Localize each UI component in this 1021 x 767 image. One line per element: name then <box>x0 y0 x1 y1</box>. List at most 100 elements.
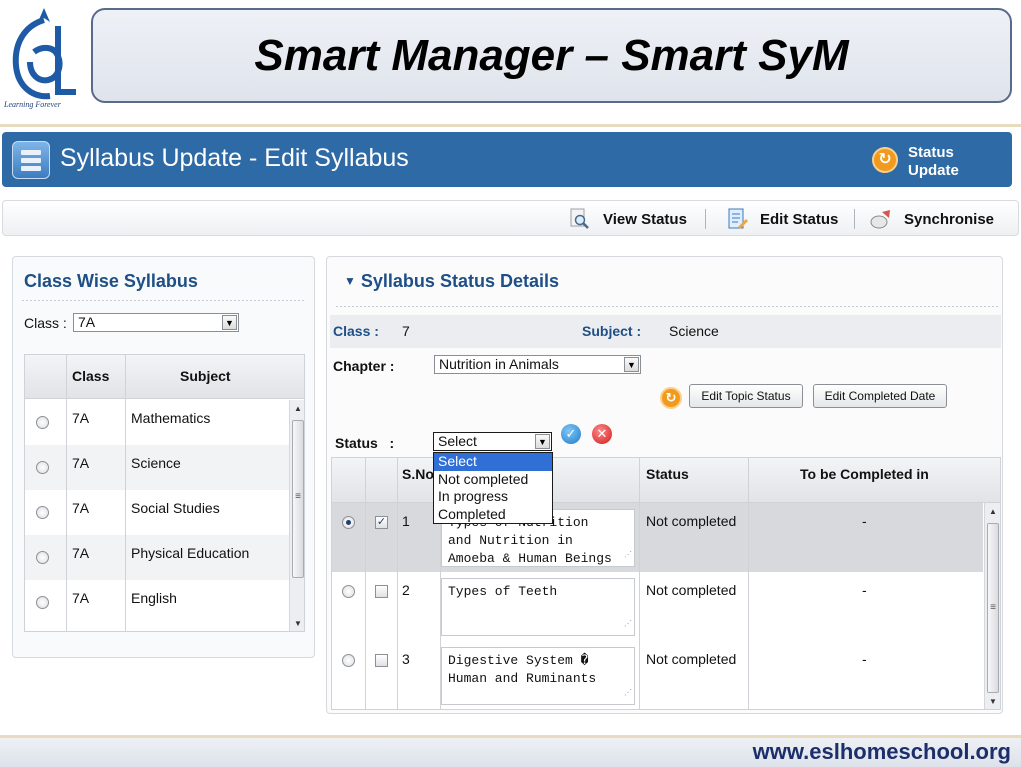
row-status: Not completed <box>646 513 737 529</box>
grip-icon: ≡ <box>990 602 996 613</box>
row-subject: Social Studies <box>131 500 220 516</box>
table-row[interactable]: 2 Types of Teeth ⋰ Not completed - <box>332 572 983 641</box>
row-radio[interactable] <box>36 416 49 429</box>
class-select[interactable]: 7A ▼ <box>73 313 239 332</box>
row-checkbox[interactable] <box>375 585 388 598</box>
edit-status-label: Edit Status <box>760 210 839 228</box>
topic-line: Types of Teeth <box>448 584 558 599</box>
chevron-down-icon[interactable]: ▼ <box>535 434 550 449</box>
scroll-thumb[interactable]: ≡ <box>292 420 304 578</box>
page-header: Syllabus Update - Edit Syllabus ↻ Status… <box>2 132 1012 187</box>
edit-completed-date-button[interactable]: Edit Completed Date <box>813 384 947 408</box>
table-row[interactable]: 7A Physical Education <box>25 535 289 580</box>
status-update-button[interactable]: ↻ Status Update <box>868 142 1008 182</box>
left-table-scrollbar[interactable]: ▲ ≡ ▼ <box>289 400 304 631</box>
column-divider <box>125 355 126 631</box>
confirm-check-icon[interactable]: ✓ <box>561 424 581 444</box>
resize-grip-icon[interactable]: ⋰ <box>624 685 632 703</box>
table-row[interactable]: 7A Mathematics <box>25 400 289 445</box>
topic-textarea[interactable]: Digestive System � Human and Ruminants ⋰ <box>441 647 635 705</box>
column-header-subject: Subject <box>180 368 231 384</box>
class-filter-label: Class : <box>24 315 67 331</box>
row-radio[interactable] <box>36 551 49 564</box>
status-option-in-progress[interactable]: In progress <box>434 488 552 506</box>
class-wise-syllabus-heading: Class Wise Syllabus <box>24 271 198 291</box>
column-divider <box>365 458 366 709</box>
row-radio[interactable] <box>342 585 355 598</box>
topic-line: Digestive System � <box>448 653 589 668</box>
topic-table-scrollbar[interactable]: ▲ ≡ ▼ <box>984 503 1000 709</box>
class-select-value: 7A <box>78 314 96 330</box>
resize-grip-icon[interactable]: ⋰ <box>624 547 632 565</box>
row-radio[interactable] <box>36 506 49 519</box>
info-subject-value: Science <box>669 323 719 339</box>
chevron-down-icon[interactable]: ▼ <box>624 357 639 372</box>
scroll-thumb[interactable]: ≡ <box>987 523 999 693</box>
syllabus-icon <box>12 141 50 179</box>
column-divider <box>748 458 749 709</box>
topic-line: and Nutrition in <box>448 533 573 548</box>
scroll-up-icon[interactable]: ▲ <box>985 505 1000 519</box>
row-sno: 3 <box>402 651 410 667</box>
view-status-label: View Status <box>603 210 687 228</box>
edit-status-button[interactable]: Edit Status <box>726 207 838 231</box>
view-status-button[interactable]: View Status <box>569 207 687 231</box>
status-select[interactable]: Select ▼ <box>433 432 552 451</box>
resize-grip-icon[interactable]: ⋰ <box>624 616 632 634</box>
row-due: - <box>862 582 867 598</box>
magnifier-icon <box>570 208 589 229</box>
row-radio[interactable] <box>342 654 355 667</box>
row-status: Not completed <box>646 582 737 598</box>
grip-icon: ≡ <box>295 491 301 502</box>
info-class-value: 7 <box>402 323 410 339</box>
column-header-sno: S.No <box>402 466 434 482</box>
cancel-x-icon[interactable]: ✕ <box>592 424 612 444</box>
row-status: Not completed <box>646 651 737 667</box>
toolbar-divider <box>705 209 706 229</box>
syllabus-status-heading-text: Syllabus Status Details <box>360 271 559 291</box>
chapter-select[interactable]: Nutrition in Animals ▼ <box>434 355 641 374</box>
row-checkbox[interactable] <box>375 654 388 667</box>
chapter-select-value: Nutrition in Animals <box>439 356 559 372</box>
scroll-down-icon[interactable]: ▼ <box>290 617 304 631</box>
refresh-topic-icon[interactable]: ↻ <box>660 387 682 409</box>
row-radio[interactable] <box>342 516 355 529</box>
table-row[interactable]: 3 Digestive System � Human and Ruminants… <box>332 641 983 709</box>
row-radio[interactable] <box>36 596 49 609</box>
row-checkbox[interactable]: ✓ <box>375 516 388 529</box>
row-sno: 1 <box>402 513 410 529</box>
footer: www.eslhomeschool.org <box>0 738 1021 767</box>
table-row[interactable]: 7A English <box>25 580 289 625</box>
chevron-down-icon[interactable]: ▼ <box>222 315 237 330</box>
table-row[interactable]: ✓ 1 Types of Nutrition and Nutrition in … <box>332 503 983 572</box>
logo-tagline: Learning Forever <box>4 100 61 109</box>
column-divider <box>66 355 67 631</box>
row-subject: Science <box>131 455 181 471</box>
topic-status-table: S.No Status To be Completed in ✓ 1 Types… <box>331 457 1001 710</box>
row-class: 7A <box>72 455 90 471</box>
synchronise-button[interactable]: Synchronise <box>870 207 994 231</box>
row-class: 7A <box>72 590 90 606</box>
status-option-not-completed[interactable]: Not completed <box>434 471 552 489</box>
column-divider <box>639 458 640 709</box>
toolbar-divider <box>854 209 855 229</box>
topic-textarea[interactable]: Types of Teeth ⋰ <box>441 578 635 636</box>
row-sno: 2 <box>402 582 410 598</box>
edit-topic-status-button[interactable]: Edit Topic Status <box>689 384 803 408</box>
table-header: Class Subject <box>25 355 304 399</box>
table-row[interactable]: 7A Social Studies <box>25 490 289 535</box>
scroll-up-icon[interactable]: ▲ <box>290 402 304 416</box>
status-option-completed[interactable]: Completed <box>434 506 552 524</box>
table-row[interactable]: 7A Science <box>25 445 289 490</box>
row-radio[interactable] <box>36 461 49 474</box>
row-subject: Mathematics <box>131 410 211 426</box>
column-header-to-be-completed: To be Completed in <box>800 466 929 482</box>
collapse-triangle-icon[interactable]: ▼ <box>344 274 356 288</box>
column-divider <box>397 458 398 709</box>
banner-title: Smart Manager – Smart SyM <box>254 30 849 80</box>
topic-line: Amoeba & Human Beings <box>448 551 612 566</box>
status-option-select[interactable]: Select <box>434 453 552 471</box>
scroll-down-icon[interactable]: ▼ <box>985 695 1000 709</box>
row-due: - <box>862 513 867 529</box>
class-subject-table: Class Subject 7A Mathematics 7A Science … <box>24 354 305 632</box>
